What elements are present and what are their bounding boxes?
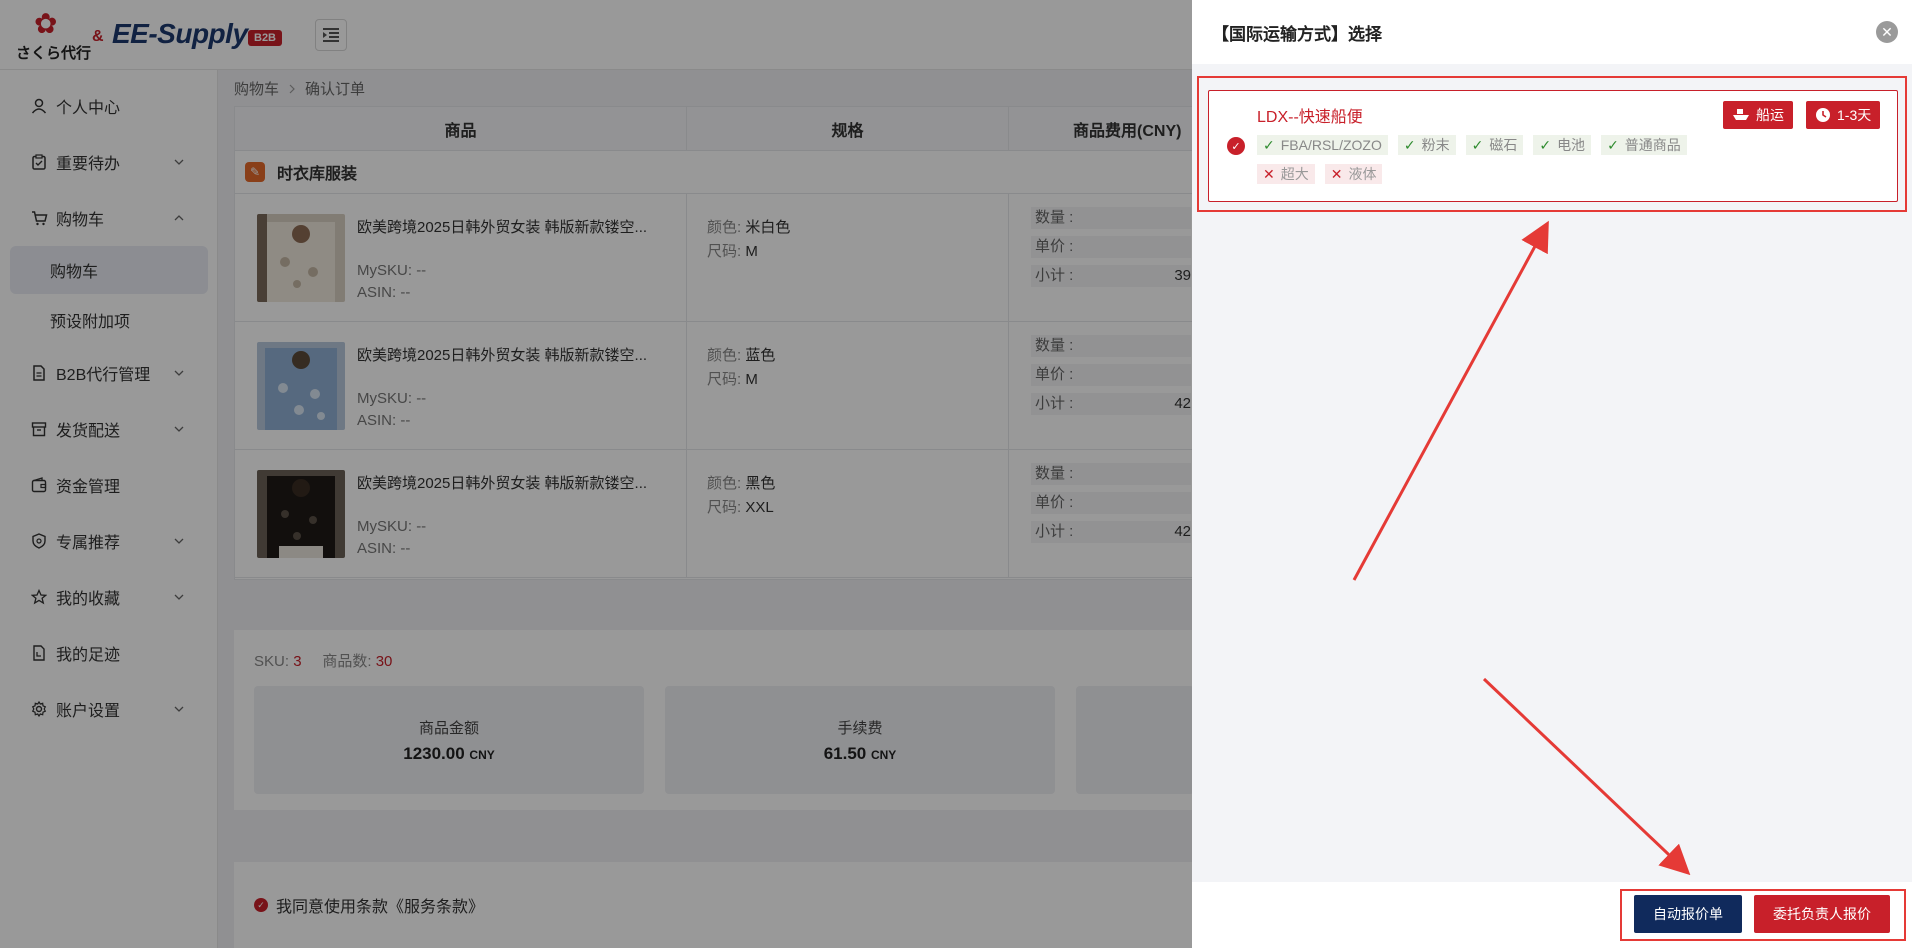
drawer-header: 【国际运输方式】选择 ✕ xyxy=(1192,0,1912,64)
highlight-box-shipping-option xyxy=(1197,76,1907,212)
close-icon[interactable]: ✕ xyxy=(1876,21,1898,43)
drawer-title: 【国际运输方式】选择 xyxy=(1212,24,1382,44)
highlight-box-footer-buttons xyxy=(1620,889,1906,941)
modal-overlay[interactable] xyxy=(0,0,1192,948)
